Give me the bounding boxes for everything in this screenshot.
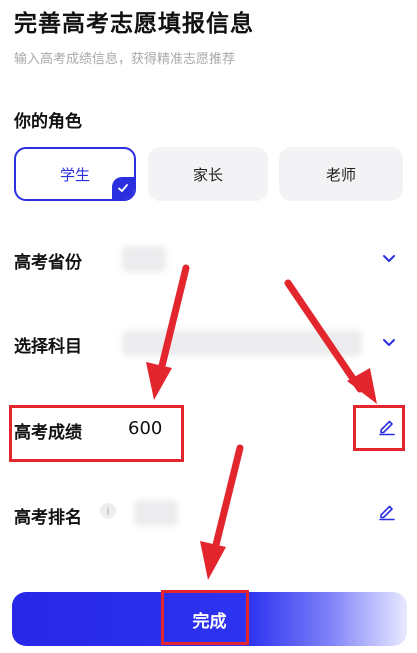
role-option-teacher-label: 老师 xyxy=(325,165,356,184)
province-label: 高考省份 xyxy=(14,253,82,273)
annotation-arrows xyxy=(146,264,377,580)
submit-button-label: 完成 xyxy=(192,611,227,632)
role-option-student[interactable]: 学生 xyxy=(14,147,136,201)
role-option-parent-label: 家长 xyxy=(192,165,223,184)
edit-pencil-icon[interactable] xyxy=(377,416,397,436)
page-title: 完善高考志愿填报信息 xyxy=(14,11,254,37)
check-icon xyxy=(112,177,134,199)
province-value-blurred[interactable] xyxy=(122,246,166,272)
info-icon[interactable]: i xyxy=(100,503,116,519)
subjects-value-blurred[interactable] xyxy=(122,330,362,356)
role-section-label: 你的角色 xyxy=(14,112,82,132)
chevron-down-icon[interactable] xyxy=(381,250,397,266)
score-label: 高考成绩 xyxy=(14,423,82,443)
rank-label: 高考排名 xyxy=(14,508,82,528)
subjects-label: 选择科目 xyxy=(14,337,82,357)
submit-button[interactable]: 完成 xyxy=(12,592,407,646)
page-subtitle: 输入高考成绩信息，获得精准志愿推荐 xyxy=(14,52,236,67)
score-value[interactable]: 600 xyxy=(128,418,162,439)
role-option-parent[interactable]: 家长 xyxy=(148,147,268,201)
role-option-teacher[interactable]: 老师 xyxy=(279,147,403,201)
rank-value-blurred[interactable] xyxy=(134,500,178,526)
arrow-to-submit xyxy=(200,444,244,580)
chevron-down-icon[interactable] xyxy=(381,334,397,350)
edit-pencil-icon[interactable] xyxy=(377,501,397,521)
role-option-student-label: 学生 xyxy=(59,165,90,184)
